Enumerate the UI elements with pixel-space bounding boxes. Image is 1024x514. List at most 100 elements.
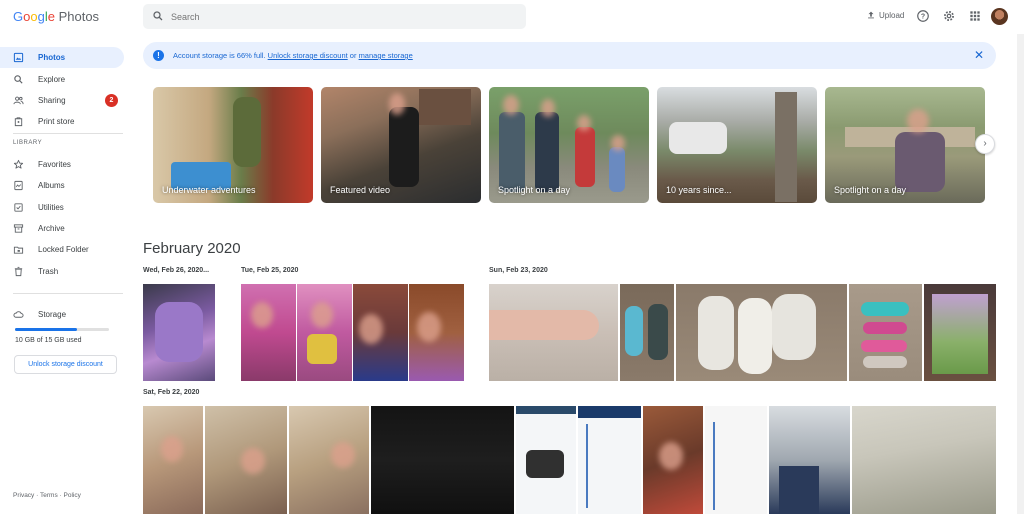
manage-storage-link[interactable]: manage storage <box>359 51 413 60</box>
blurred-face <box>577 115 591 131</box>
photo-thumbnail[interactable] <box>205 406 287 514</box>
photo-thumbnail[interactable] <box>289 406 369 514</box>
photo-thumbnail[interactable] <box>676 284 847 381</box>
banner-or: or <box>349 51 357 60</box>
sidebar-item-label: Print store <box>38 117 75 126</box>
photo-thumbnail[interactable] <box>924 284 996 381</box>
sidebar-item-explore[interactable]: Explore <box>0 69 124 90</box>
photo-thumbnail[interactable] <box>620 284 674 381</box>
print-store-icon <box>14 117 23 127</box>
memory-card[interactable]: 10 years since... <box>657 87 817 203</box>
date-heading[interactable]: Sat, Feb 22, 2020 <box>143 389 199 396</box>
photo-thumbnail[interactable] <box>143 284 215 381</box>
date-heading[interactable]: Sun, Feb 23, 2020 <box>489 267 548 274</box>
scrollbar[interactable] <box>1017 34 1024 514</box>
help-icon[interactable]: ? <box>916 9 930 23</box>
photo-detail <box>863 322 907 334</box>
photo-thumbnail[interactable] <box>353 284 408 381</box>
photo-thumbnail[interactable] <box>297 284 352 381</box>
blurred-face <box>331 442 355 468</box>
logo-letter: e <box>47 9 55 24</box>
blurred-face <box>389 93 405 115</box>
google-photos-logo[interactable]: Google Photos <box>13 9 99 24</box>
memory-photo-detail <box>775 92 797 202</box>
photo-thumbnail[interactable] <box>578 406 641 514</box>
upload-button[interactable]: Upload <box>866 10 904 20</box>
memory-photo-detail <box>499 112 525 192</box>
sidebar-item-trash[interactable]: Trash <box>0 261 124 282</box>
photo-detail <box>861 340 907 352</box>
sidebar-item-photos[interactable]: Photos <box>0 47 124 68</box>
apps-icon[interactable] <box>968 9 982 23</box>
sidebar-item-locked-folder[interactable]: Locked Folder <box>0 239 124 260</box>
blurred-face <box>417 312 441 342</box>
photo-thumbnail[interactable] <box>643 406 703 514</box>
date-heading[interactable]: Tue, Feb 25, 2020 <box>241 267 298 274</box>
sidebar-item-print-store[interactable]: Print store <box>0 111 124 132</box>
footer-separator: · <box>36 492 39 499</box>
memory-photo-detail <box>233 97 261 167</box>
memory-card[interactable]: Spotlight on a day <box>825 87 985 203</box>
footer-links: Privacy · Terms · Policy <box>13 492 81 499</box>
sidebar-item-sharing[interactable]: Sharing 2 <box>0 90 124 111</box>
photo-thumbnail[interactable] <box>769 406 850 514</box>
storage-progress-bar <box>15 328 109 331</box>
search-bar[interactable] <box>143 4 526 29</box>
search-icon <box>14 75 23 84</box>
blurred-face <box>359 314 383 344</box>
memory-card[interactable]: Spotlight on a day <box>489 87 649 203</box>
photo-detail <box>526 450 564 478</box>
photo-thumbnail[interactable] <box>143 406 203 514</box>
trash-icon <box>14 266 23 277</box>
logo-product-name: Photos <box>58 9 100 24</box>
account-avatar[interactable] <box>991 8 1008 25</box>
unlock-storage-link[interactable]: Unlock storage discount <box>268 51 348 60</box>
sidebar-item-favorites[interactable]: Favorites <box>0 154 124 175</box>
photo-thumbnail[interactable] <box>852 406 996 514</box>
memory-photo-detail <box>535 112 559 192</box>
unlock-storage-discount-button[interactable]: Unlock storage discount <box>14 355 117 374</box>
star-icon <box>13 159 24 169</box>
photo-thumbnail[interactable] <box>849 284 922 381</box>
privacy-link[interactable]: Privacy <box>13 492 34 499</box>
people-icon <box>13 96 24 105</box>
photo-detail <box>932 294 988 374</box>
sidebar-item-storage[interactable]: Storage <box>0 304 124 325</box>
photo-thumbnail[interactable] <box>516 406 576 514</box>
memory-card[interactable]: Underwater adventures <box>153 87 313 203</box>
photo-thumbnail[interactable] <box>241 284 296 381</box>
blurred-face <box>611 135 625 151</box>
photo-detail <box>155 302 203 362</box>
photo-thumbnail[interactable] <box>705 406 767 514</box>
sidebar-item-albums[interactable]: Albums <box>0 175 124 196</box>
sidebar-item-label: Storage <box>38 310 67 319</box>
memory-card[interactable]: Featured video <box>321 87 481 203</box>
terms-link[interactable]: Terms <box>40 492 58 499</box>
sidebar-item-archive[interactable]: Archive <box>0 218 124 239</box>
logo-letter: G <box>13 9 24 24</box>
library-header: LIBRARY <box>13 140 43 146</box>
blurred-face <box>241 448 265 474</box>
search-input[interactable] <box>171 8 511 25</box>
photo-thumbnail[interactable] <box>489 284 618 381</box>
storage-banner: ! Account storage is 66% full. Unlock st… <box>143 42 996 69</box>
date-heading[interactable]: Wed, Feb 26, 2020... <box>143 267 209 274</box>
photo-detail <box>863 356 907 368</box>
sidebar-item-utilities[interactable]: Utilities <box>0 197 124 218</box>
photo-detail <box>648 304 668 360</box>
blurred-face <box>503 95 519 115</box>
photo-detail <box>738 298 772 374</box>
blurred-face <box>311 302 333 328</box>
photo-detail <box>713 422 715 510</box>
memory-caption: Spotlight on a day <box>834 185 907 195</box>
settings-icon[interactable] <box>942 9 956 23</box>
storage-usage-text: 10 GB of 15 GB used <box>15 337 82 344</box>
photo-thumbnail[interactable] <box>409 284 464 381</box>
close-icon[interactable]: ✕ <box>974 48 984 62</box>
photo-detail <box>578 406 641 418</box>
chevron-right-icon[interactable]: › <box>975 134 995 154</box>
policy-link[interactable]: Policy <box>64 492 81 499</box>
memory-photo-detail <box>389 107 419 187</box>
photo-thumbnail[interactable] <box>371 406 514 514</box>
blurred-face <box>251 302 273 328</box>
